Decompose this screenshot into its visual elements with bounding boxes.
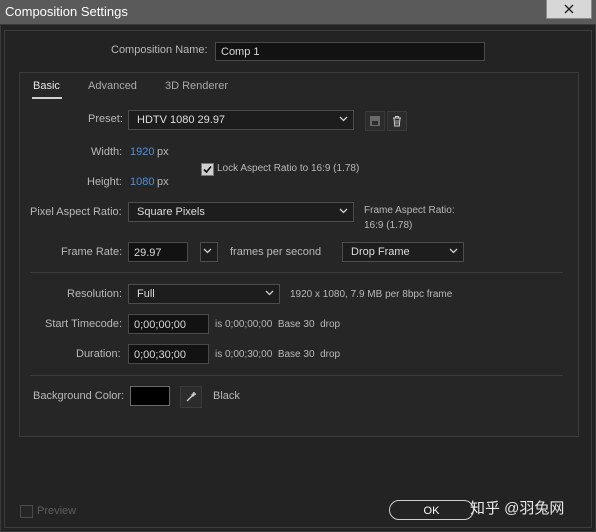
drop-frame-value: Drop Frame <box>351 246 410 258</box>
start-timecode-info: is 0;00;00;00 Base 30 drop <box>215 319 341 330</box>
delete-preset-button[interactable] <box>387 111 407 131</box>
pixel-aspect-value: Square Pixels <box>137 206 205 218</box>
title-bar: Composition Settings <box>0 0 596 24</box>
preview-label: Preview <box>37 505 77 517</box>
lock-aspect-checkbox[interactable] <box>201 163 214 176</box>
chevron-down-icon <box>203 248 212 254</box>
duration-input[interactable]: 0;00;30;00 <box>128 344 209 364</box>
chevron-down-icon <box>265 290 274 296</box>
checkmark-icon <box>203 165 212 174</box>
resolution-label: Resolution: <box>67 288 123 300</box>
width-label: Width: <box>91 146 123 158</box>
lock-aspect-label: Lock Aspect Ratio to 16:9 (1.78) <box>217 163 360 174</box>
start-timecode-input[interactable]: 0;00;00;00 <box>128 314 209 334</box>
window-title: Composition Settings <box>5 4 128 19</box>
chevron-down-icon <box>339 208 348 214</box>
frame-rate-presets-dropdown[interactable] <box>200 242 218 262</box>
resolution-info: 1920 x 1080, 7.9 MB per 8bpc frame <box>290 289 453 300</box>
pixel-aspect-label: Pixel Aspect Ratio: <box>30 206 122 218</box>
height-value[interactable]: 1080 <box>130 176 154 188</box>
preview-checkbox[interactable] <box>20 505 33 518</box>
trash-icon <box>393 116 401 127</box>
frame-rate-input[interactable]: 29.97 <box>128 242 188 262</box>
save-icon <box>370 116 380 126</box>
close-icon <box>564 4 574 14</box>
chevron-down-icon <box>449 248 458 254</box>
frame-rate-label: Frame Rate: <box>61 246 123 258</box>
width-unit: px <box>157 146 169 158</box>
preset-value: HDTV 1080 29.97 <box>137 114 226 126</box>
divider <box>30 375 563 376</box>
height-label: Height: <box>87 176 122 188</box>
chevron-down-icon <box>339 116 348 122</box>
frame-rate-unit: frames per second <box>230 246 322 258</box>
frame-aspect-value: 16:9 (1.78) <box>364 220 413 231</box>
width-value[interactable]: 1920 <box>130 146 154 158</box>
eyedropper-icon <box>186 392 196 402</box>
ok-button[interactable]: OK <box>389 500 474 520</box>
divider <box>30 272 563 273</box>
height-unit: px <box>157 176 169 188</box>
background-color-label: Background Color: <box>33 390 125 402</box>
background-color-name: Black <box>213 390 240 402</box>
save-preset-button[interactable] <box>365 111 385 131</box>
background-color-swatch[interactable] <box>130 386 170 406</box>
frame-aspect-title: Frame Aspect Ratio: <box>364 205 455 216</box>
comp-name-input[interactable]: Comp 1 <box>215 42 485 61</box>
tab-advanced[interactable]: Advanced <box>88 80 137 92</box>
tab-basic-underline <box>32 97 62 99</box>
resolution-value: Full <box>137 288 155 300</box>
start-timecode-label: Start Timecode: <box>45 318 123 330</box>
tab-basic[interactable]: Basic <box>33 80 60 92</box>
watermark: 知乎 @羽兔网 <box>470 500 565 517</box>
drop-frame-dropdown[interactable]: Drop Frame <box>342 242 464 262</box>
duration-label: Duration: <box>76 348 121 360</box>
eyedropper-button[interactable] <box>180 386 202 408</box>
comp-name-label: Composition Name: <box>111 44 208 56</box>
duration-info: is 0;00;30;00 Base 30 drop <box>215 349 341 360</box>
pixel-aspect-dropdown[interactable]: Square Pixels <box>128 202 354 222</box>
preset-label: Preset: <box>88 113 123 125</box>
tab-3d-renderer[interactable]: 3D Renderer <box>165 80 228 92</box>
close-button[interactable] <box>546 0 592 19</box>
preset-dropdown[interactable]: HDTV 1080 29.97 <box>128 110 354 130</box>
resolution-dropdown[interactable]: Full <box>128 284 280 304</box>
